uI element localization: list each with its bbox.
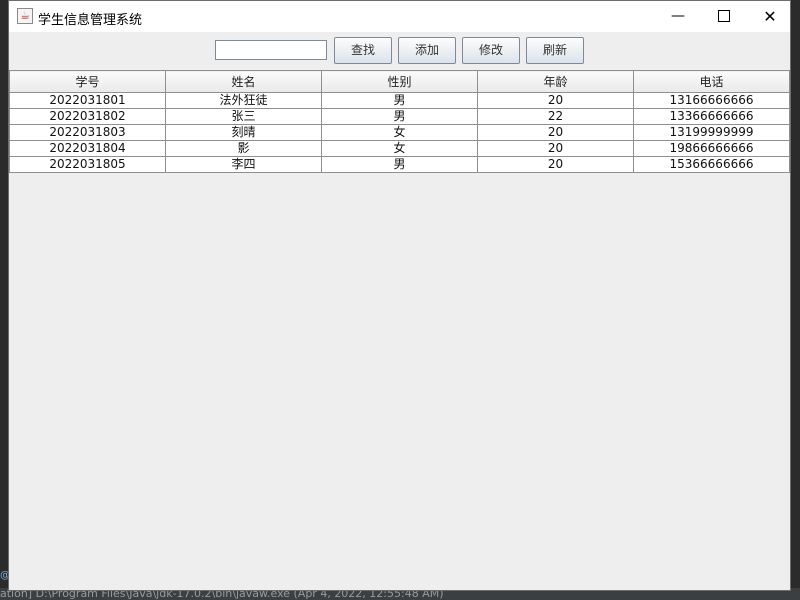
cell-phone[interactable]: 13166666666: [633, 92, 790, 109]
cell-gender[interactable]: 男: [321, 108, 478, 125]
column-header-age[interactable]: 年龄: [477, 70, 634, 93]
refresh-button[interactable]: 刷新: [526, 37, 584, 64]
cell-age[interactable]: 20: [477, 156, 634, 173]
student-table-container: 学号 姓名 性别 年龄 电话 2022031801 法外狂徒 男 20 1316…: [9, 70, 790, 590]
table-row[interactable]: 2022031805 李四 男 20 15366666666: [9, 156, 790, 173]
student-table: 学号 姓名 性别 年龄 电话 2022031801 法外狂徒 男 20 1316…: [9, 70, 790, 173]
cell-age[interactable]: 20: [477, 124, 634, 141]
table-row[interactable]: 2022031804 影 女 20 19866666666: [9, 140, 790, 157]
cell-phone[interactable]: 15366666666: [633, 156, 790, 173]
cell-age[interactable]: 22: [477, 108, 634, 125]
cell-name[interactable]: 法外狂徒: [165, 92, 322, 109]
add-button[interactable]: 添加: [398, 37, 456, 64]
cell-student-id[interactable]: 2022031804: [9, 140, 166, 157]
cell-age[interactable]: 20: [477, 92, 634, 109]
column-header-name[interactable]: 姓名: [165, 70, 322, 93]
cell-gender[interactable]: 男: [321, 92, 478, 109]
maximize-icon: [718, 10, 730, 22]
cell-gender[interactable]: 男: [321, 156, 478, 173]
cell-age[interactable]: 20: [477, 140, 634, 157]
main-window: ☕ 学生信息管理系统 — ✕ 查找 添加 修改 刷新 学号 姓名 性别 年龄 电…: [8, 0, 791, 591]
cell-name[interactable]: 影: [165, 140, 322, 157]
minimize-button[interactable]: —: [655, 1, 701, 32]
java-cup-icon: ☕: [17, 8, 33, 24]
cell-name[interactable]: 李四: [165, 156, 322, 173]
toolbar: 查找 添加 修改 刷新: [9, 32, 790, 70]
edit-button[interactable]: 修改: [462, 37, 520, 64]
maximize-button[interactable]: [701, 1, 747, 32]
cell-gender[interactable]: 女: [321, 140, 478, 157]
console-icon: @: [0, 570, 10, 581]
cell-gender[interactable]: 女: [321, 124, 478, 141]
cell-student-id[interactable]: 2022031802: [9, 108, 166, 125]
table-row[interactable]: 2022031802 张三 男 22 13366666666: [9, 108, 790, 125]
cell-phone[interactable]: 13366666666: [633, 108, 790, 125]
cell-phone[interactable]: 13199999999: [633, 124, 790, 141]
cell-name[interactable]: 刻晴: [165, 124, 322, 141]
cell-name[interactable]: 张三: [165, 108, 322, 125]
cell-student-id[interactable]: 2022031801: [9, 92, 166, 109]
search-input[interactable]: [215, 40, 327, 60]
cell-phone[interactable]: 19866666666: [633, 140, 790, 157]
title-bar: ☕ 学生信息管理系统 — ✕: [9, 1, 790, 32]
column-header-phone[interactable]: 电话: [633, 70, 790, 93]
close-button[interactable]: ✕: [747, 1, 793, 32]
table-row[interactable]: 2022031803 刻晴 女 20 13199999999: [9, 124, 790, 141]
column-header-student-id[interactable]: 学号: [9, 70, 166, 93]
cell-student-id[interactable]: 2022031805: [9, 156, 166, 173]
window-title: 学生信息管理系统: [38, 13, 143, 28]
table-header-row: 学号 姓名 性别 年龄 电话: [9, 70, 790, 93]
cell-student-id[interactable]: 2022031803: [9, 124, 166, 141]
column-header-gender[interactable]: 性别: [321, 70, 478, 93]
table-row[interactable]: 2022031801 法外狂徒 男 20 13166666666: [9, 92, 790, 109]
search-button[interactable]: 查找: [334, 37, 392, 64]
